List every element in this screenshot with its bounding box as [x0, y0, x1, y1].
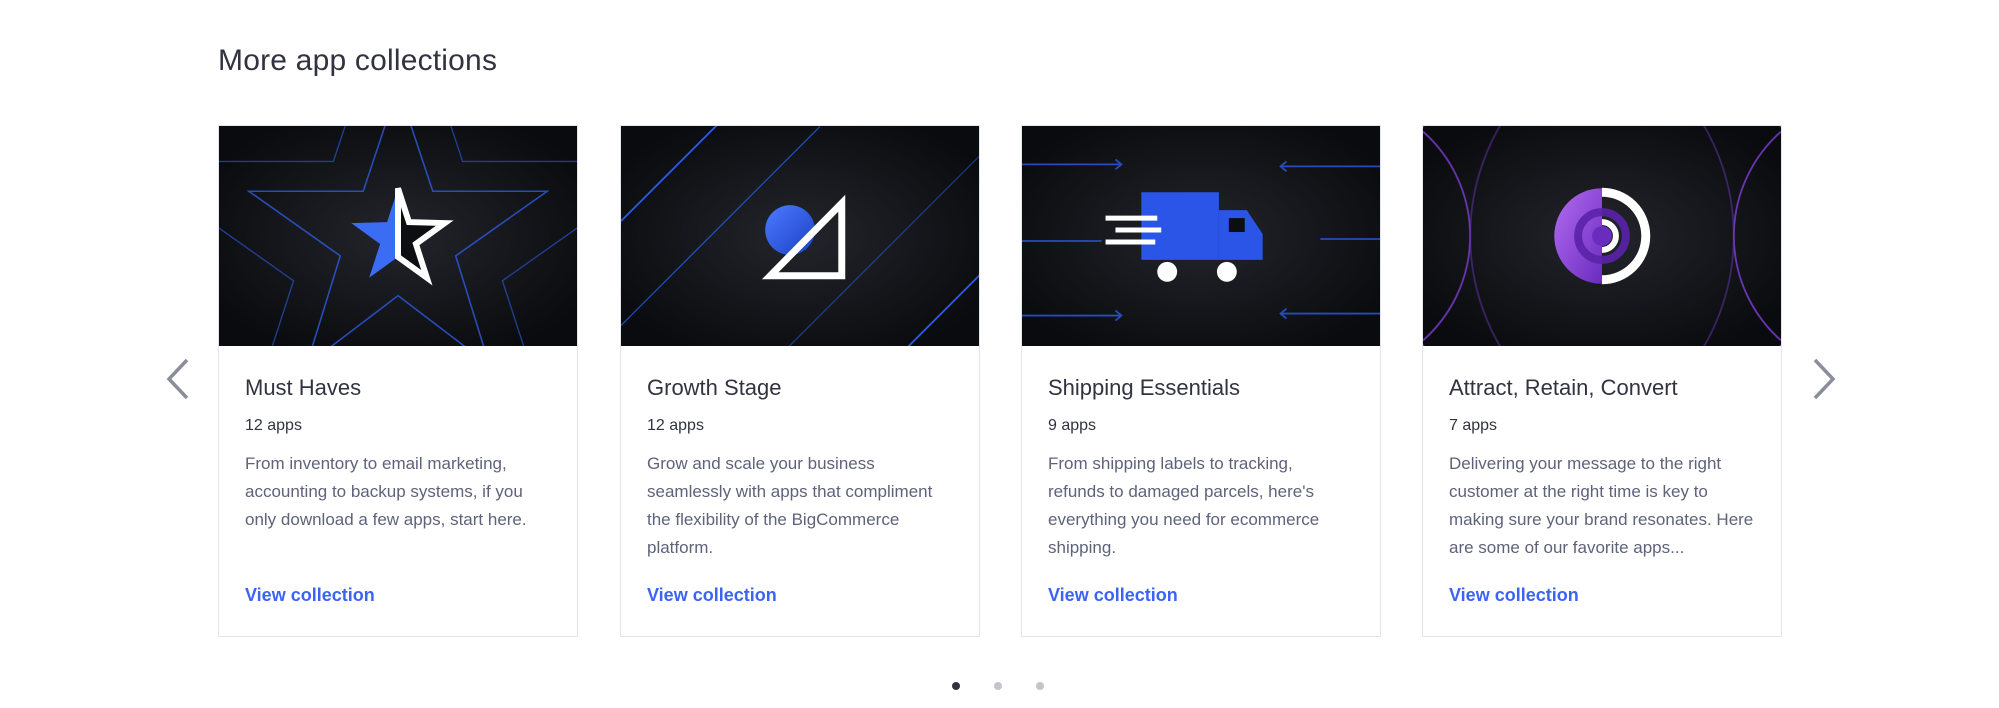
collection-hero-image	[219, 126, 577, 346]
collection-description: From shipping labels to tracking, refund…	[1048, 454, 1320, 557]
collection-description: Delivering your message to the right cus…	[1449, 454, 1754, 557]
pagination-dot-2[interactable]	[994, 682, 1002, 690]
app-count: 9 apps	[1048, 417, 1097, 434]
collection-title: Growth Stage	[647, 375, 782, 400]
collection-hero-image	[621, 126, 979, 346]
carousel-next-button[interactable]	[1804, 356, 1844, 402]
collection-hero-image	[1423, 126, 1781, 346]
collection-title: Must Haves	[245, 375, 362, 400]
view-collection-link[interactable]: View collection	[1449, 584, 1755, 606]
collection-card-growth-stage[interactable]: Growth Stage 12 apps Grow and scale your…	[620, 125, 980, 637]
view-collection-link[interactable]: View collection	[647, 584, 953, 606]
collection-title: Attract, Retain, Convert	[1449, 375, 1678, 400]
collection-title: Shipping Essentials	[1048, 375, 1241, 400]
collection-description: From inventory to email marketing, accou…	[245, 454, 527, 529]
collection-card-must-haves[interactable]: Must Haves 12 apps From inventory to ema…	[218, 125, 578, 637]
app-count: 12 apps	[647, 417, 704, 434]
collection-description: Grow and scale your business seamlessly …	[647, 454, 933, 557]
carousel-pagination	[952, 682, 1044, 690]
collection-card-shipping-essentials[interactable]: Shipping Essentials 9 apps From shipping…	[1021, 125, 1381, 637]
chevron-right-icon	[1813, 358, 1836, 400]
pagination-dot-1[interactable]	[952, 682, 960, 690]
collection-hero-image	[1022, 126, 1380, 346]
app-count: 12 apps	[245, 417, 302, 434]
collection-card-attract-retain-convert[interactable]: Attract, Retain, Convert 7 apps Deliveri…	[1422, 125, 1782, 637]
pagination-dot-3[interactable]	[1036, 682, 1044, 690]
chevron-left-icon	[166, 358, 189, 400]
carousel-prev-button[interactable]	[158, 356, 198, 402]
section-title: More app collections	[218, 44, 498, 77]
view-collection-link[interactable]: View collection	[245, 584, 551, 606]
view-collection-link[interactable]: View collection	[1048, 584, 1354, 606]
app-count: 7 apps	[1449, 417, 1498, 434]
